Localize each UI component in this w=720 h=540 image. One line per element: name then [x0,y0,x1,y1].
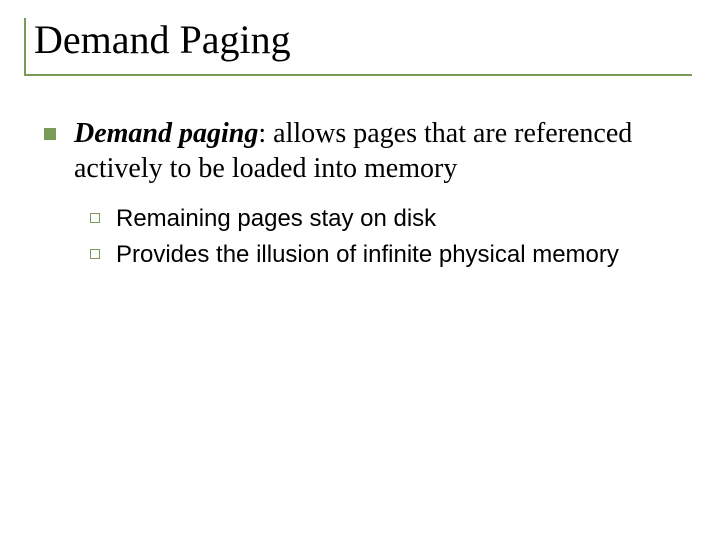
slide-title: Demand Paging [34,18,692,62]
hollow-square-bullet-icon [90,213,100,223]
hollow-square-bullet-icon [90,249,100,259]
bullet-level2-text: Remaining pages stay on disk [116,204,436,234]
square-bullet-icon [44,128,56,140]
bullet-level2: Remaining pages stay on disk [90,204,696,234]
slide: Demand Paging Demand paging: allows page… [0,0,720,540]
sub-bullet-list: Remaining pages stay on disk Provides th… [44,204,696,270]
bullet-level1-text: Demand paging: allows pages that are ref… [74,116,696,186]
term: Demand paging [74,118,258,149]
bullet-level2: Provides the illusion of infinite physic… [90,240,696,270]
title-container: Demand Paging [24,18,692,76]
bullet-level1: Demand paging: allows pages that are ref… [44,116,696,186]
slide-body: Demand paging: allows pages that are ref… [24,116,696,270]
bullet-level2-text: Provides the illusion of infinite physic… [116,240,619,270]
